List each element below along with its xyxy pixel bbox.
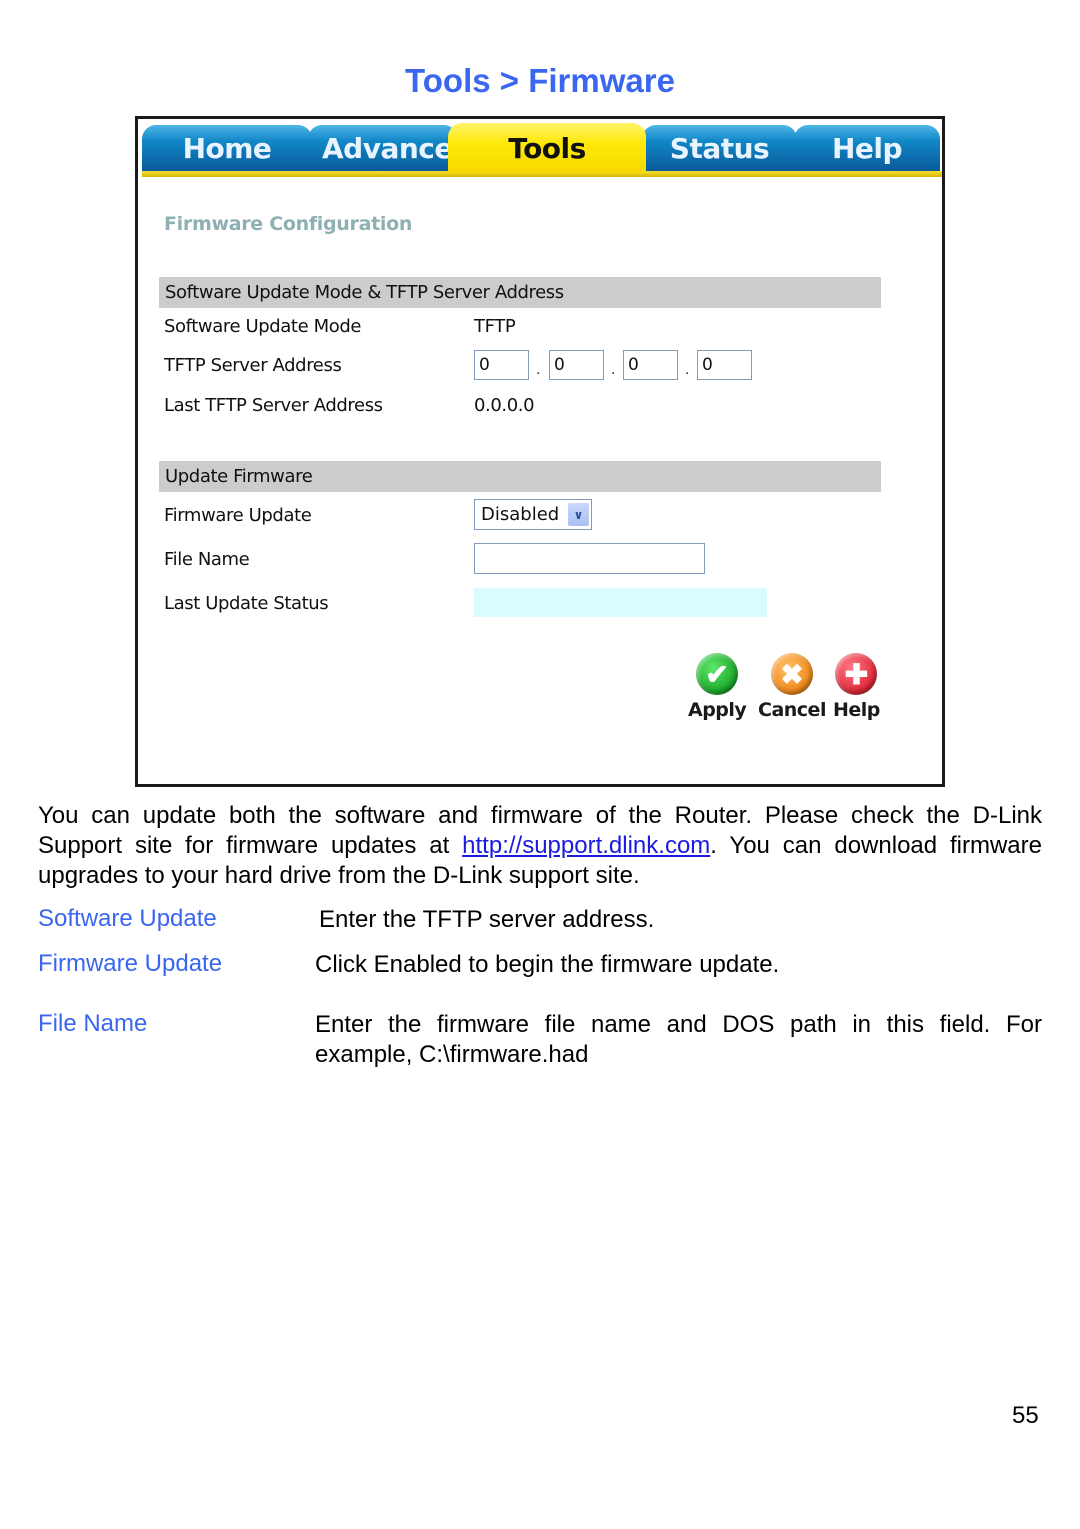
page-title: Tools > Firmware xyxy=(405,62,675,99)
definition-desc-file-name: Enter the firmware file name and DOS pat… xyxy=(315,1011,1042,1068)
tab-status[interactable]: Status xyxy=(642,125,797,171)
definition-desc-firmware-update: Click Enabled to begin the firmware upda… xyxy=(315,951,780,978)
help-button[interactable]: ✚ Help xyxy=(833,653,880,721)
ip-dot-separator: . xyxy=(611,361,616,378)
definition-term-firmware-update: Firmware Update xyxy=(38,950,223,977)
chevron-down-icon[interactable]: ∨ xyxy=(568,503,589,526)
apply-label: Apply xyxy=(688,699,747,721)
last-update-status-label: Last Update Status xyxy=(164,593,329,614)
cancel-label: Cancel xyxy=(758,699,826,721)
cancel-button[interactable]: ✖ Cancel xyxy=(758,653,826,721)
page-number: 55 xyxy=(1012,1402,1039,1429)
apply-button[interactable]: ✔ Apply xyxy=(688,653,747,721)
tftp-server-address-label: TFTP Server Address xyxy=(164,355,342,376)
firmware-update-selected-value: Disabled xyxy=(481,504,560,525)
section-header-update-firmware: Update Firmware xyxy=(159,461,881,492)
ip-dot-separator: . xyxy=(536,361,541,378)
tab-advanced[interactable]: Advanced xyxy=(308,125,458,171)
tftp-ip-octet-1[interactable]: 0 xyxy=(474,350,529,380)
software-update-mode-value: TFTP xyxy=(474,316,516,337)
tab-help[interactable]: Help xyxy=(794,125,940,171)
software-update-mode-label: Software Update Mode xyxy=(164,316,362,337)
intro-paragraph: You can update both the software and fir… xyxy=(38,801,1042,891)
nav-tabbar: Home Advanced Tools Status Help xyxy=(140,121,942,177)
ip-dot-separator: . xyxy=(685,361,690,378)
tftp-ip-octet-4[interactable]: 0 xyxy=(697,350,752,380)
file-name-label: File Name xyxy=(164,549,250,570)
firmware-update-label: Firmware Update xyxy=(164,505,312,526)
tab-home[interactable]: Home xyxy=(142,125,312,171)
plus-icon: ✚ xyxy=(835,653,878,695)
last-tftp-server-address-value: 0.0.0.0 xyxy=(474,395,535,416)
firmware-configuration-title: Firmware Configuration xyxy=(164,213,413,235)
tab-tools[interactable]: Tools xyxy=(448,123,646,173)
last-update-status-value xyxy=(474,588,767,617)
checkmark-icon: ✔ xyxy=(696,653,739,695)
firmware-update-select[interactable]: Disabled ∨ xyxy=(474,499,592,530)
close-icon: ✖ xyxy=(770,653,813,695)
definition-term-file-name: File Name xyxy=(38,1010,148,1037)
definition-desc-software-update: Enter the TFTP server address. xyxy=(319,906,655,933)
router-ui-screenshot: Home Advanced Tools Status Help Firmware… xyxy=(135,116,945,787)
last-tftp-server-address-label: Last TFTP Server Address xyxy=(164,395,383,416)
tftp-ip-octet-3[interactable]: 0 xyxy=(623,350,678,380)
tftp-ip-octet-2[interactable]: 0 xyxy=(549,350,604,380)
support-link[interactable]: http://support.dlink.com xyxy=(462,832,710,859)
section-header-tftp: Software Update Mode & TFTP Server Addre… xyxy=(159,277,881,308)
help-label: Help xyxy=(833,699,880,721)
definition-term-software-update: Software Update xyxy=(38,905,217,932)
file-name-input[interactable] xyxy=(474,543,705,574)
